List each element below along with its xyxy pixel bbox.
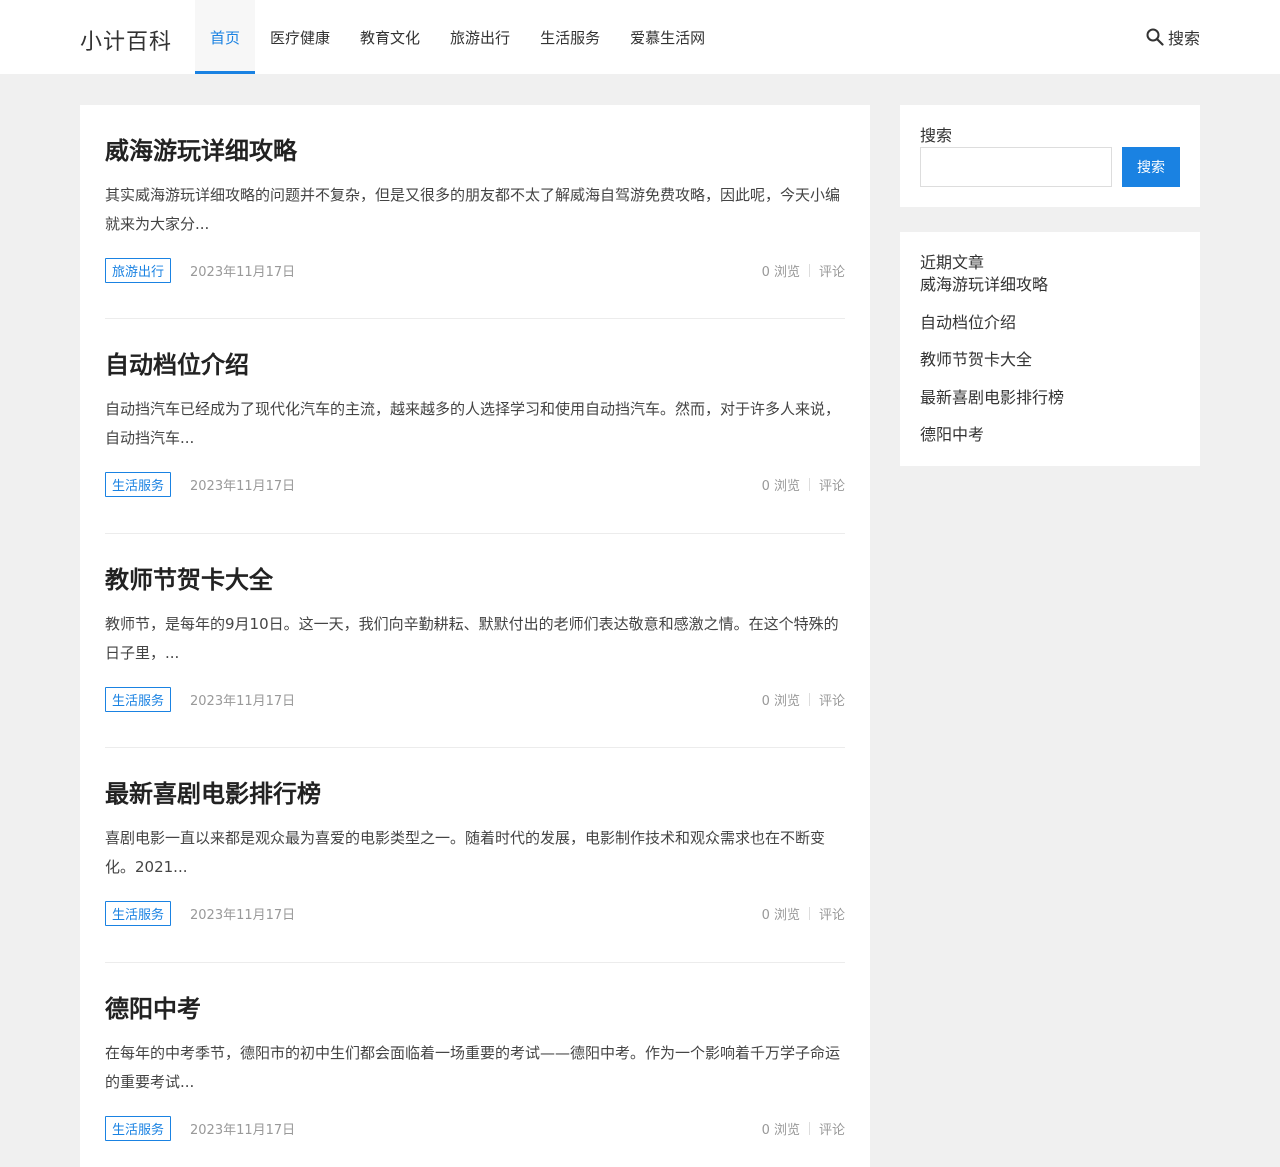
comments-link[interactable]: 评论 bbox=[819, 1119, 845, 1138]
comments-link[interactable]: 评论 bbox=[819, 261, 845, 280]
header-search-label: 搜索 bbox=[1167, 29, 1200, 48]
view-count: 0 浏览 bbox=[761, 693, 800, 709]
post-meta: 生活服务 2023年11月17日 0 浏览 评论 bbox=[105, 901, 845, 927]
meta-divider bbox=[808, 907, 810, 921]
nav-item-travel[interactable]: 旅游出行 bbox=[435, 0, 525, 74]
post-title[interactable]: 自动档位介绍 bbox=[105, 345, 249, 380]
header-search-button[interactable]: 搜索 bbox=[1146, 25, 1200, 49]
search-submit-button[interactable]: 搜索 bbox=[1122, 147, 1180, 187]
post-excerpt: 其实威海游玩详细攻略的问题并不复杂，但是又很多的朋友都不太了解威海自驾游免费攻略… bbox=[105, 186, 841, 233]
post-item: 威海游玩详细攻略 其实威海游玩详细攻略的问题并不复杂，但是又很多的朋友都不太了解… bbox=[105, 105, 845, 320]
post-excerpt: 在每年的中考季节，德阳市的初中生们都会面临着一场重要的考试——德阳中考。作为一个… bbox=[105, 1043, 841, 1091]
category-tag[interactable]: 生活服务 bbox=[105, 472, 172, 498]
post-title[interactable]: 德阳中考 bbox=[105, 989, 201, 1024]
search-widget: 搜索 搜索 bbox=[900, 105, 1200, 207]
post-excerpt: 喜剧电影一直以来都是观众最为喜爱的电影类型之一。随着时代的发展，电影制作技术和观… bbox=[105, 829, 826, 877]
view-count: 0 浏览 bbox=[761, 1122, 800, 1138]
post-item: 自动档位介绍 自动挡汽车已经成为了现代化汽车的主流，越来越多的人选择学习和使用自… bbox=[105, 319, 845, 534]
post-meta: 生活服务 2023年11月17日 0 浏览 评论 bbox=[105, 472, 845, 498]
comments-link[interactable]: 评论 bbox=[819, 475, 845, 494]
meta-divider bbox=[808, 478, 810, 492]
nav-item-education[interactable]: 教育文化 bbox=[345, 0, 435, 74]
post-title[interactable]: 威海游玩详细攻略 bbox=[105, 131, 297, 166]
post-date: 2023年11月17日 bbox=[190, 479, 296, 495]
recent-post-link[interactable]: 教师节贺卡大全 bbox=[920, 349, 1180, 371]
post-title[interactable]: 教师节贺卡大全 bbox=[105, 560, 273, 595]
meta-divider bbox=[808, 692, 810, 706]
search-input[interactable] bbox=[920, 147, 1112, 187]
post-excerpt: 教师节，是每年的9月10日。这一天，我们向辛勤耕耘、默默付出的老师们表达敬意和感… bbox=[105, 614, 839, 662]
post-list: 威海游玩详细攻略 其实威海游玩详细攻略的问题并不复杂，但是又很多的朋友都不太了解… bbox=[80, 105, 870, 1167]
meta-divider bbox=[808, 264, 810, 277]
nav-item-aimu-life[interactable]: 爱慕生活网 bbox=[615, 0, 720, 74]
site-logo[interactable]: 小计百科 bbox=[80, 24, 172, 56]
recent-posts-title: 近期文章 bbox=[920, 253, 985, 272]
category-tag[interactable]: 旅游出行 bbox=[105, 258, 172, 283]
post-meta: 生活服务 2023年11月17日 0 浏览 评论 bbox=[105, 1115, 845, 1141]
view-count: 0 浏览 bbox=[761, 479, 800, 495]
view-count: 0 浏览 bbox=[761, 265, 800, 280]
post-excerpt: 自动挡汽车已经成为了现代化汽车的主流，越来越多的人选择学习和使用自动挡汽车。然而… bbox=[105, 400, 841, 448]
nav-item-health[interactable]: 医疗健康 bbox=[255, 0, 345, 74]
post-meta: 旅游出行 2023年11月17日 0 浏览 评论 bbox=[105, 258, 845, 283]
post-item: 最新喜剧电影排行榜 喜剧电影一直以来都是观众最为喜爱的电影类型之一。随着时代的发… bbox=[105, 748, 845, 963]
post-date: 2023年11月17日 bbox=[190, 265, 296, 280]
recent-post-link[interactable]: 最新喜剧电影排行榜 bbox=[920, 387, 1180, 409]
category-tag[interactable]: 生活服务 bbox=[105, 1115, 172, 1141]
post-date: 2023年11月17日 bbox=[190, 908, 296, 924]
top-navbar: 小计百科 首页 医疗健康 教育文化 旅游出行 生活服务 爱慕生活网 搜索 bbox=[0, 0, 1280, 74]
category-tag[interactable]: 生活服务 bbox=[105, 901, 172, 927]
recent-posts-list: 威海游玩详细攻略 自动档位介绍 教师节贺卡大全 最新喜剧电影排行榜 德阳中考 bbox=[920, 274, 1180, 446]
post-meta: 生活服务 2023年11月17日 0 浏览 评论 bbox=[105, 686, 845, 712]
recent-post-link[interactable]: 德阳中考 bbox=[920, 424, 1180, 446]
view-count: 0 浏览 bbox=[761, 908, 800, 924]
post-title[interactable]: 最新喜剧电影排行榜 bbox=[105, 774, 321, 809]
post-item: 教师节贺卡大全 教师节，是每年的9月10日。这一天，我们向辛勤耕耘、默默付出的老… bbox=[105, 534, 845, 749]
post-date: 2023年11月17日 bbox=[190, 1122, 296, 1138]
search-widget-title: 搜索 bbox=[920, 126, 953, 145]
meta-divider bbox=[808, 1121, 810, 1135]
nav-item-home[interactable]: 首页 bbox=[195, 0, 256, 74]
post-item: 德阳中考 在每年的中考季节，德阳市的初中生们都会面临着一场重要的考试——德阳中考… bbox=[105, 963, 845, 1167]
category-tag[interactable]: 生活服务 bbox=[105, 686, 172, 712]
comments-link[interactable]: 评论 bbox=[819, 904, 845, 923]
post-date: 2023年11月17日 bbox=[190, 693, 296, 709]
recent-post-link[interactable]: 威海游玩详细攻略 bbox=[920, 274, 1180, 296]
recent-posts-widget: 近期文章 威海游玩详细攻略 自动档位介绍 教师节贺卡大全 最新喜剧电影排行榜 德… bbox=[900, 232, 1200, 466]
comments-link[interactable]: 评论 bbox=[819, 690, 845, 709]
nav-item-life-services[interactable]: 生活服务 bbox=[525, 0, 615, 74]
search-icon bbox=[1146, 28, 1164, 46]
main-nav: 首页 医疗健康 教育文化 旅游出行 生活服务 爱慕生活网 bbox=[195, 0, 720, 74]
recent-post-link[interactable]: 自动档位介绍 bbox=[920, 312, 1180, 334]
search-form: 搜索 bbox=[920, 147, 1180, 187]
